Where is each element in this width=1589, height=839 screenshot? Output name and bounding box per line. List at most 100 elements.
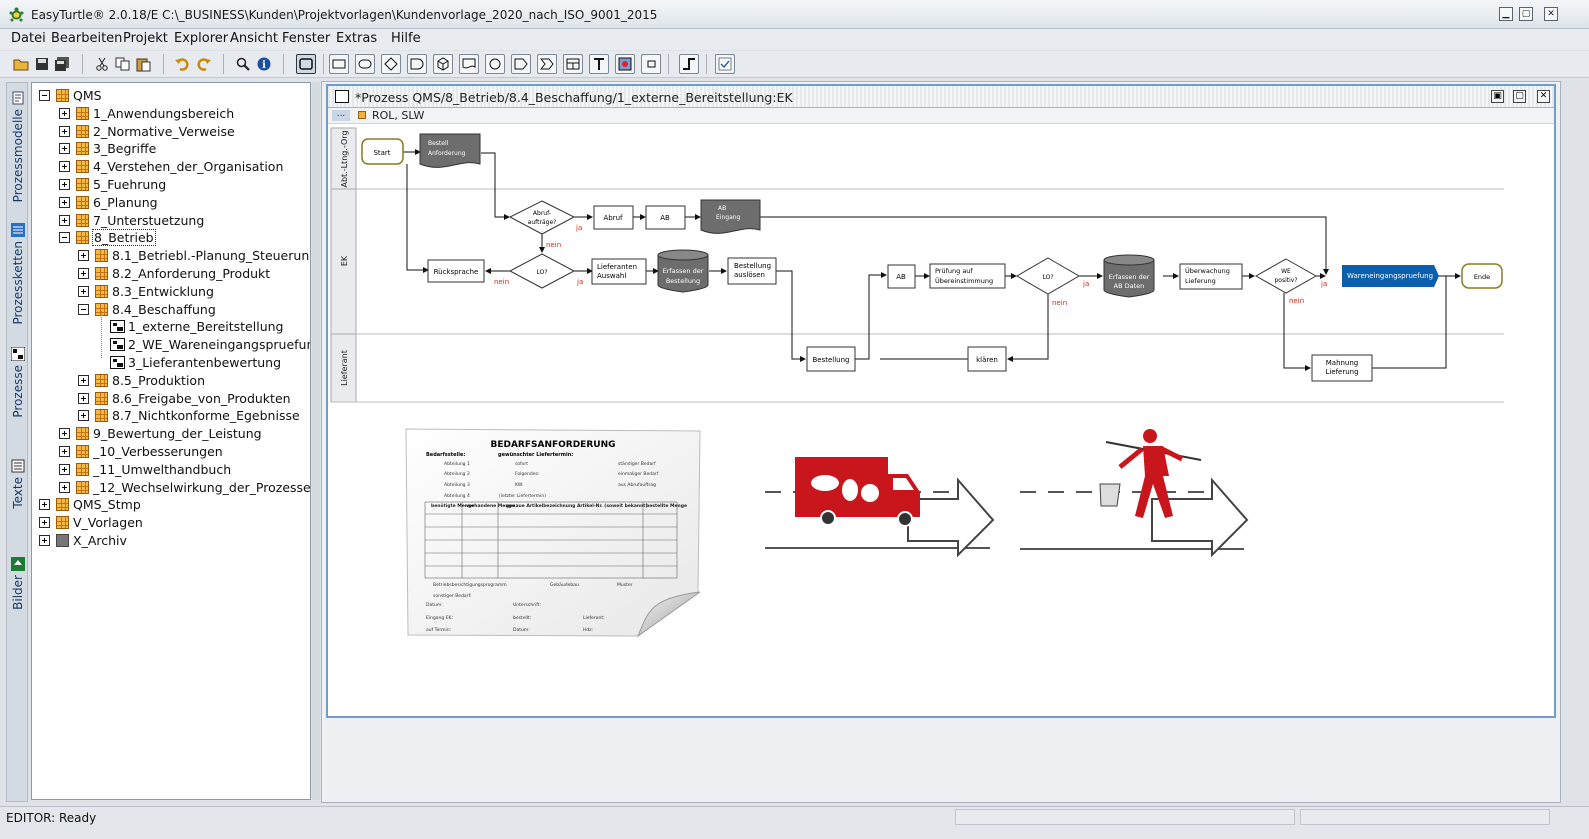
cube-shape-icon[interactable] — [433, 54, 453, 74]
tree-node[interactable]: _12_Wechselwirkung_der_Prozesse — [59, 479, 310, 496]
expand-icon[interactable] — [59, 428, 70, 440]
tree-node[interactable]: 3_Begriffe — [59, 140, 156, 157]
expand-icon[interactable] — [78, 268, 89, 279]
collapse-icon[interactable] — [78, 303, 89, 315]
close-button[interactable]: ✕ — [1544, 7, 1558, 21]
tree-node[interactable]: QMS_Stmp — [39, 496, 141, 513]
small-box-icon[interactable] — [641, 54, 661, 74]
tree-node[interactable]: X_Archiv — [39, 532, 127, 549]
offpage-shape-icon[interactable] — [511, 54, 531, 74]
expand-icon[interactable] — [59, 481, 70, 493]
circle-shape-icon[interactable] — [485, 54, 505, 74]
process-diagram[interactable]: Abt.-Ltng.-Org EK Lieferant Start Bestel… — [328, 124, 1554, 716]
expand-icon[interactable] — [78, 374, 89, 386]
menu-ansicht[interactable]: Ansicht — [230, 31, 278, 46]
tree-node[interactable]: 8.1_Betriebl.-Planung_Steuerung — [78, 247, 310, 264]
undo-icon[interactable] — [172, 54, 192, 74]
splitter[interactable] — [312, 82, 320, 800]
expand-icon[interactable] — [59, 161, 70, 173]
expand-icon[interactable] — [59, 446, 70, 457]
project-tree[interactable]: QMS 1_Anwendungsbereich 2_Normative_Verwei… — [31, 82, 311, 800]
tree-node[interactable]: 3_Lieferantenbewertung — [98, 354, 281, 371]
delay-shape-icon[interactable] — [407, 54, 427, 74]
tree-node[interactable]: 6_Planung — [59, 194, 158, 211]
menu-extras[interactable]: Extras — [336, 31, 377, 46]
diamond-shape-icon[interactable] — [381, 54, 401, 74]
expand-icon[interactable] — [78, 392, 89, 404]
tree-node[interactable]: 8.5_Produktion — [78, 372, 205, 389]
text-tool-icon[interactable] — [589, 54, 609, 74]
document-shape-icon[interactable] — [459, 54, 479, 74]
save-icon[interactable] — [32, 54, 52, 74]
tree-node[interactable]: 8.6_Freigabe_von_Produkten — [78, 390, 291, 407]
tree-node[interactable]: 1_externe_Bereitstellung — [98, 318, 283, 335]
open-icon[interactable] — [11, 54, 31, 74]
tree-node[interactable]: 4_Verstehen_der_Organisation — [59, 158, 283, 175]
we-positiv-decision[interactable] — [1254, 258, 1318, 294]
check-tool-icon[interactable] — [715, 54, 735, 74]
tree-node[interactable]: 8.4_Beschaffung — [78, 301, 216, 318]
tree-node[interactable]: 7_Unterstuetzung — [59, 212, 204, 229]
tree-node[interactable]: 2_Normative_Verweise — [59, 123, 235, 140]
tree-node[interactable]: 5_Fuehrung — [59, 176, 166, 193]
search-icon[interactable] — [233, 54, 253, 74]
expand-icon[interactable] — [59, 143, 70, 155]
expand-icon[interactable] — [39, 517, 50, 529]
tab-prozessketten[interactable]: Prozessketten — [8, 219, 28, 325]
collapse-icon[interactable] — [39, 90, 50, 101]
menu-projekt[interactable]: Projekt — [123, 31, 168, 46]
tree-node[interactable]: 1_Anwendungsbereich — [59, 105, 234, 122]
tab-prozessmodelle[interactable]: Prozessmodelle — [8, 87, 28, 202]
info-icon[interactable]: i — [254, 54, 274, 74]
editor-restore-button[interactable]: ▣ — [1491, 90, 1504, 103]
connector-tool-icon[interactable] — [679, 54, 699, 74]
expand-icon[interactable] — [59, 214, 70, 226]
select-tool-icon[interactable] — [296, 54, 316, 74]
expand-icon[interactable] — [39, 499, 50, 511]
collapse-icon[interactable] — [59, 232, 70, 244]
tree-node[interactable]: _10_Verbesserungen — [59, 443, 223, 460]
tree-node[interactable]: _11_Umwelthandbuch — [59, 461, 231, 478]
menu-hilfe[interactable]: Hilfe — [391, 31, 421, 46]
tab-prozesse[interactable]: Prozesse — [8, 343, 28, 418]
maximize-button[interactable]: ▢ — [1519, 7, 1533, 21]
image-tool-icon[interactable] — [615, 54, 635, 74]
role-expand-button[interactable]: ... — [332, 110, 350, 121]
tree-node[interactable]: 8.7_Nichtkonforme_Egebnisse — [78, 407, 300, 424]
tree-node[interactable]: 9_Bewertung_der_Leistung — [59, 425, 262, 442]
rounded-shape-icon[interactable] — [355, 54, 375, 74]
expand-icon[interactable] — [78, 410, 89, 422]
table-shape-icon[interactable] — [563, 54, 583, 74]
cut-icon[interactable] — [92, 54, 112, 74]
tree-node[interactable]: QMS — [39, 87, 102, 104]
editor-maximize-button[interactable]: ▢ — [1513, 90, 1526, 103]
menu-bearbeiten[interactable]: Bearbeiten — [51, 31, 122, 46]
expand-icon[interactable] — [78, 250, 89, 262]
save-all-icon[interactable] — [52, 54, 72, 74]
expand-icon[interactable] — [59, 196, 70, 208]
paste-icon[interactable] — [134, 54, 154, 74]
tab-texte[interactable]: Texte — [8, 455, 28, 509]
tab-bilder[interactable]: Bilder — [8, 553, 28, 610]
tree-node[interactable]: V_Vorlagen — [39, 514, 143, 531]
menu-fenster[interactable]: Fenster — [282, 31, 330, 46]
abrufauftraege-decision[interactable] — [508, 200, 576, 235]
expand-icon[interactable] — [59, 125, 70, 137]
minimize-button[interactable]: ▁ — [1499, 7, 1513, 21]
expand-icon[interactable] — [59, 107, 70, 119]
expand-icon[interactable] — [78, 285, 89, 297]
tree-node[interactable]: 8.2_Anforderung_Produkt — [78, 265, 270, 282]
redo-icon[interactable] — [194, 54, 214, 74]
tree-node[interactable]: 8_Betrieb — [59, 229, 156, 247]
expand-icon[interactable] — [39, 535, 50, 546]
tree-node[interactable]: 8.3_Entwicklung — [78, 283, 214, 300]
chevron-shape-icon[interactable] — [537, 54, 557, 74]
expand-icon[interactable] — [59, 179, 70, 190]
menu-datei[interactable]: Datei — [11, 31, 46, 46]
expand-icon[interactable] — [59, 463, 70, 475]
rectangle-shape-icon[interactable] — [329, 54, 349, 74]
editor-close-button[interactable]: ✕ — [1537, 90, 1550, 103]
menu-explorer[interactable]: Explorer — [174, 31, 228, 46]
tree-node[interactable]: 2_WE_Wareneingangspruefung — [98, 336, 310, 353]
copy-icon[interactable] — [113, 54, 133, 74]
